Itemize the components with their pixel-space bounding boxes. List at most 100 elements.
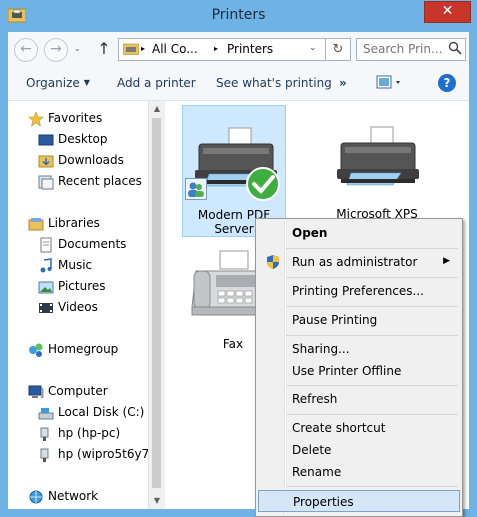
- default-printer-check-icon: [246, 167, 280, 201]
- forward-arrow-icon: →: [50, 41, 62, 57]
- music-note-icon: [40, 258, 52, 273]
- nav-libraries[interactable]: Libraries: [8, 214, 148, 234]
- printer-icon: [337, 126, 419, 186]
- control-panel-icon: [123, 43, 139, 55]
- menu-item-printing-preferences[interactable]: Printing Preferences...: [258, 280, 460, 302]
- breadcrumb-separator-icon[interactable]: ▸: [214, 44, 218, 53]
- network-drive-icon: [40, 427, 49, 441]
- scroll-down-arrow-icon[interactable]: ▼: [149, 493, 165, 509]
- nav-label: Libraries: [48, 216, 100, 230]
- nav-hp-wipro[interactable]: hp (wipro5t6y7u8: [8, 445, 148, 465]
- back-button[interactable]: ←: [14, 38, 38, 62]
- organize-button[interactable]: Organize ▼: [26, 76, 90, 90]
- window-title: Printers: [211, 7, 266, 23]
- breadcrumb-printers[interactable]: Printers: [227, 42, 273, 56]
- nav-homegroup[interactable]: Homegroup: [8, 340, 148, 360]
- menu-separator: [286, 385, 458, 386]
- nav-desktop[interactable]: Desktop: [8, 130, 148, 150]
- nav-pictures[interactable]: Pictures: [8, 277, 148, 297]
- menu-item-delete[interactable]: Delete: [258, 439, 460, 461]
- explorer-window: Printers ✕ ← → ⌄ ↑ ▸ All Co... ▸ Printer…: [0, 0, 477, 517]
- menu-label: Create shortcut: [292, 421, 386, 435]
- address-bar[interactable]: ▸ All Co... ▸ Printers ⌄: [118, 38, 326, 61]
- context-menu: Open Run as administrator ▶ Printing Pre…: [255, 218, 463, 517]
- menu-separator: [286, 277, 458, 278]
- menu-label: Properties: [293, 495, 354, 509]
- change-view-icon[interactable]: [376, 74, 404, 92]
- nav-label: Local Disk (C:): [58, 405, 145, 419]
- nav-label: Downloads: [58, 153, 124, 167]
- menu-label: Run as administrator: [292, 255, 418, 269]
- title-bar[interactable]: Printers ✕: [0, 0, 477, 32]
- recent-places-icon: [38, 175, 54, 190]
- nav-downloads[interactable]: Downloads: [8, 151, 148, 171]
- submenu-arrow-icon: ▶: [443, 256, 450, 266]
- add-printer-button[interactable]: Add a printer: [117, 76, 196, 90]
- menu-item-refresh[interactable]: Refresh: [258, 388, 460, 410]
- menu-label: Refresh: [292, 392, 338, 406]
- search-icon[interactable]: [448, 41, 462, 55]
- nav-label: Recent places: [58, 174, 142, 188]
- nav-documents[interactable]: Documents: [8, 235, 148, 255]
- menu-label: Printing Preferences...: [292, 284, 424, 298]
- menu-item-pause-printing[interactable]: Pause Printing: [258, 309, 460, 331]
- nav-videos[interactable]: Videos: [8, 298, 148, 318]
- refresh-button[interactable]: ↻: [326, 38, 351, 61]
- up-button[interactable]: ↑: [96, 39, 112, 59]
- breadcrumb-all-control-panel[interactable]: All Co...: [152, 42, 198, 56]
- search-input[interactable]: [357, 39, 447, 58]
- star-icon: [28, 111, 44, 127]
- address-dropdown-icon[interactable]: ⌄: [309, 43, 317, 53]
- breadcrumb-separator-icon[interactable]: ▸: [141, 44, 145, 53]
- menu-separator: [286, 335, 458, 336]
- back-arrow-icon: ←: [20, 41, 32, 57]
- nav-label: Music: [58, 258, 93, 272]
- organize-label: Organize: [26, 76, 80, 90]
- nav-computer[interactable]: Computer: [8, 382, 148, 402]
- menu-item-sharing[interactable]: Sharing...: [258, 338, 460, 360]
- menu-item-open[interactable]: Open: [258, 222, 460, 244]
- nav-network[interactable]: Network: [8, 487, 148, 507]
- nav-label: Videos: [58, 300, 98, 314]
- nav-recent-places[interactable]: Recent places: [8, 172, 148, 192]
- navigation-scrollbar[interactable]: ▲ ▼: [148, 101, 165, 509]
- help-button[interactable]: ?: [438, 74, 456, 92]
- menu-label: Pause Printing: [292, 313, 378, 327]
- search-box: [356, 38, 466, 61]
- nav-label: Computer: [48, 384, 108, 398]
- close-button[interactable]: ✕: [424, 1, 471, 23]
- menu-item-rename[interactable]: Rename: [258, 461, 460, 483]
- nav-label: Favorites: [48, 111, 103, 125]
- network-icon: [29, 490, 43, 504]
- menu-item-use-printer-offline[interactable]: Use Printer Offline: [258, 360, 460, 382]
- scroll-up-arrow-icon[interactable]: ▲: [149, 101, 165, 117]
- shared-users-icon: [185, 178, 207, 200]
- nav-favorites[interactable]: Favorites: [8, 109, 148, 129]
- libraries-icon: [28, 218, 44, 231]
- computer-icon: [28, 385, 44, 398]
- nav-label: Homegroup: [48, 342, 119, 356]
- forward-button[interactable]: →: [44, 38, 68, 62]
- videos-icon: [39, 303, 53, 313]
- dropdown-caret-icon: ▼: [83, 78, 90, 87]
- more-commands-button[interactable]: »: [339, 76, 347, 90]
- menu-separator: [286, 248, 458, 249]
- nav-hp-pc[interactable]: hp (hp-pc): [8, 424, 148, 444]
- scrollbar-thumb[interactable]: [152, 118, 161, 488]
- menu-item-properties[interactable]: Properties: [258, 490, 460, 512]
- address-row: ← → ⌄ ↑ ▸ All Co... ▸ Printers ⌄ ↻: [8, 32, 469, 66]
- menu-item-create-shortcut[interactable]: Create shortcut: [258, 417, 460, 439]
- up-arrow-icon: ↑: [97, 39, 111, 58]
- see-whats-printing-button[interactable]: See what's printing: [216, 76, 332, 90]
- nav-local-disk[interactable]: Local Disk (C:): [8, 403, 148, 423]
- homegroup-icon: [29, 343, 43, 357]
- uac-shield-icon: [267, 255, 279, 269]
- recent-locations-chevron-icon[interactable]: ⌄: [74, 44, 81, 53]
- nav-music[interactable]: Music: [8, 256, 148, 276]
- pictures-icon: [38, 281, 54, 294]
- network-drive-icon: [40, 448, 49, 462]
- menu-item-run-as-administrator[interactable]: Run as administrator ▶: [258, 251, 460, 273]
- menu-label: Use Printer Offline: [292, 364, 402, 378]
- printer-microsoft-xps[interactable]: Microsoft XPS: [317, 105, 437, 235]
- drive-icon: [38, 408, 54, 420]
